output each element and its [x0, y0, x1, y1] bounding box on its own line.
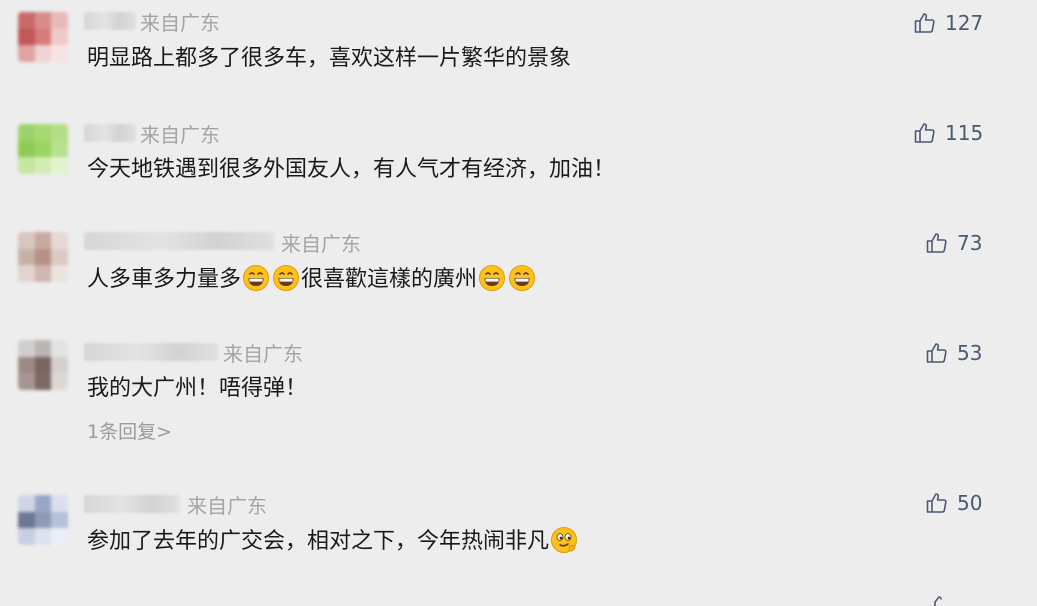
- avatar-pixel: [51, 265, 68, 282]
- source-label: 来自广东: [140, 11, 220, 35]
- avatar-pixel: [34, 12, 52, 29]
- avatar-pixel: [34, 140, 52, 158]
- avatar-pixel: [51, 45, 68, 62]
- avatar-pixel: [18, 45, 35, 62]
- like-count: 115: [945, 121, 984, 145]
- like-button[interactable]: 127: [913, 11, 983, 35]
- avatar-pixel: [18, 356, 35, 374]
- avatar-pixel: [18, 373, 35, 390]
- thumbs-up-icon: [926, 343, 947, 363]
- avatar-pixel: [51, 340, 68, 357]
- thumbs-up-icon: [914, 13, 935, 33]
- like-count: 50: [957, 491, 983, 515]
- avatar-pixel: [51, 495, 68, 512]
- avatar[interactable]: [18, 340, 68, 390]
- avatar[interactable]: [18, 232, 68, 282]
- grinning-face-emoji: [509, 265, 536, 291]
- avatar-pixel: [51, 140, 68, 158]
- avatar-pixel: [34, 265, 52, 282]
- comment-text: 今天地铁遇到很多外国友人，有人气才有经济，加油！: [87, 157, 616, 182]
- avatar-pixel: [34, 232, 52, 249]
- username-blurred[interactable]: [84, 12, 136, 30]
- comment-text: 明显路上都多了很多车，喜欢这样一片繁华的景象: [87, 46, 572, 71]
- comment-text: 我的大广州！唔得弹！: [87, 376, 308, 401]
- avatar-pixel: [18, 248, 35, 266]
- avatar-pixel: [18, 265, 35, 282]
- smirking-face-emoji: [551, 527, 578, 553]
- username-blurred[interactable]: [84, 495, 180, 513]
- thumbs-up-icon: [926, 493, 947, 513]
- avatar-pixel: [51, 511, 68, 529]
- comment-text-part: 人多車多力量多: [87, 267, 242, 292]
- avatar-pixel: [51, 28, 68, 46]
- source-label: 来自广东: [187, 494, 267, 518]
- avatar-pixel: [18, 157, 35, 174]
- avatar-pixel: [51, 157, 68, 174]
- thumbs-up-icon: [914, 123, 935, 143]
- avatar-pixel: [18, 495, 35, 512]
- source-label: 来自广东: [281, 232, 361, 256]
- avatar-pixel: [34, 124, 52, 141]
- grinning-face-emoji: [243, 265, 270, 291]
- comment-text: 参加了去年的广交会，相对之下，今年热闹非凡: [87, 526, 579, 557]
- avatar-pixel: [34, 248, 52, 266]
- avatar-pixel: [18, 511, 35, 529]
- avatar[interactable]: [18, 495, 68, 545]
- avatar-pixel: [18, 12, 35, 29]
- avatar-pixel: [34, 157, 52, 174]
- avatar-pixel: [18, 28, 35, 46]
- thumbs-up-icon[interactable]: [928, 596, 952, 606]
- like-button[interactable]: 50: [925, 491, 982, 515]
- avatar-pixel: [34, 528, 52, 545]
- view-replies-link[interactable]: 1条回复>: [87, 421, 172, 443]
- avatar-pixel: [34, 28, 52, 46]
- avatar-pixel: [18, 528, 35, 545]
- username-blurred[interactable]: [84, 232, 274, 250]
- avatar[interactable]: [18, 124, 68, 174]
- avatar-pixel: [34, 495, 52, 512]
- source-label: 来自广东: [223, 342, 303, 366]
- like-count: 73: [957, 231, 983, 255]
- avatar-pixel: [51, 12, 68, 29]
- avatar-pixel: [51, 528, 68, 545]
- source-label: 来自广东: [140, 123, 220, 147]
- like-button[interactable]: 115: [913, 121, 983, 145]
- avatar-pixel: [18, 124, 35, 141]
- avatar-pixel: [18, 140, 35, 158]
- avatar-pixel: [34, 373, 52, 390]
- avatar-pixel: [34, 45, 52, 62]
- like-button[interactable]: 73: [925, 231, 982, 255]
- avatar-pixel: [34, 356, 52, 374]
- avatar-pixel: [18, 340, 35, 357]
- avatar-pixel: [34, 511, 52, 529]
- comment-text-part: 参加了去年的广交会，相对之下，今年热闹非凡: [87, 529, 550, 554]
- avatar-pixel: [51, 373, 68, 390]
- comment-text-part: 很喜歡這樣的廣州: [301, 267, 478, 292]
- avatar-pixel: [51, 232, 68, 249]
- avatar-pixel: [34, 340, 52, 357]
- avatar-pixel: [51, 356, 68, 374]
- avatar[interactable]: [18, 12, 68, 62]
- grinning-face-emoji: [273, 265, 300, 291]
- grinning-face-emoji: [479, 265, 506, 291]
- avatar-pixel: [18, 232, 35, 249]
- like-button[interactable]: 53: [925, 341, 982, 365]
- comment-text: 人多車多力量多 很喜歡這樣的廣州: [87, 264, 537, 295]
- username-blurred[interactable]: [84, 343, 218, 361]
- like-count: 53: [957, 341, 983, 365]
- avatar-pixel: [51, 124, 68, 141]
- avatar-pixel: [51, 248, 68, 266]
- thumbs-up-icon: [926, 233, 947, 253]
- like-count: 127: [945, 11, 984, 35]
- username-blurred[interactable]: [84, 124, 136, 142]
